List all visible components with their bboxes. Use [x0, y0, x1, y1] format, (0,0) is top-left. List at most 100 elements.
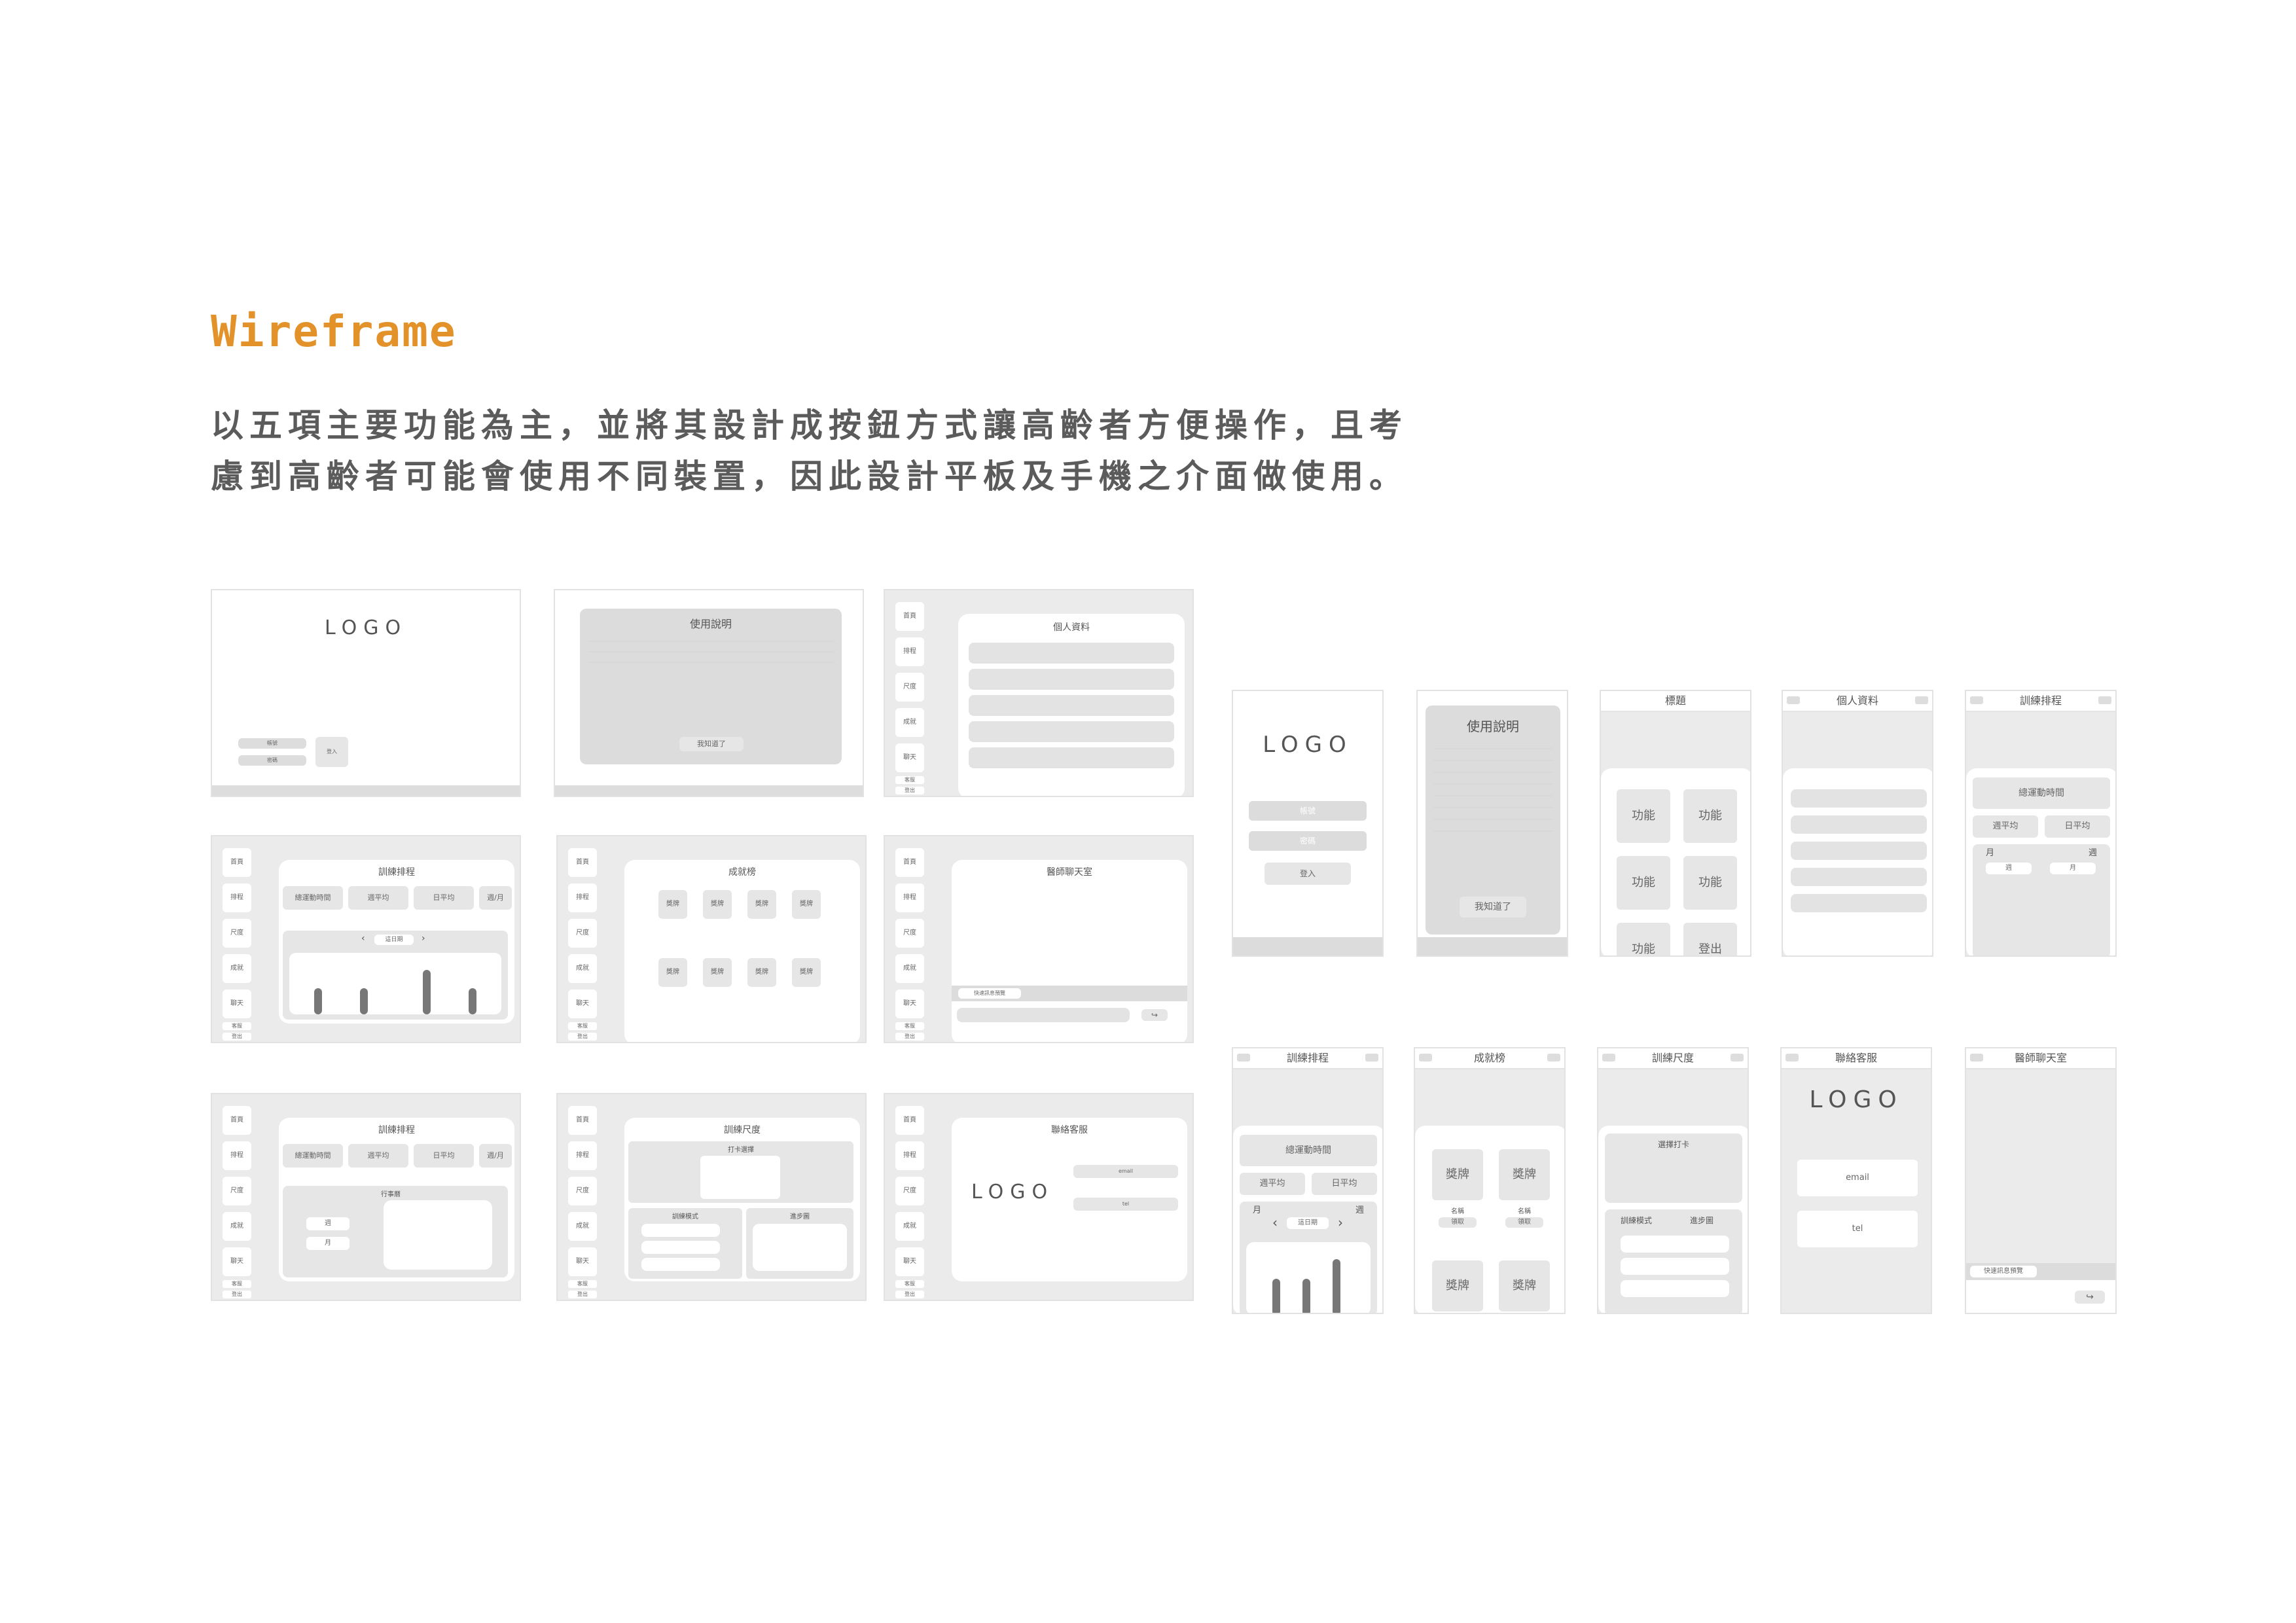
nav-support[interactable]: 客服: [895, 1280, 924, 1288]
nav-logout[interactable]: 登出: [895, 1033, 924, 1041]
got-it-button[interactable]: 我知道了: [1460, 897, 1526, 918]
tab-weekly-average[interactable]: 週平均: [348, 886, 408, 910]
tab-weekly-average[interactable]: 週平均: [1973, 815, 2038, 838]
tab-week-month[interactable]: 週/月: [479, 886, 512, 910]
tel-field[interactable]: tel: [1073, 1198, 1178, 1211]
badge-tile[interactable]: 獎牌: [658, 890, 687, 919]
function-button[interactable]: 功能: [1683, 856, 1737, 910]
nav-chat[interactable]: 聊天: [895, 743, 924, 772]
menu-button[interactable]: [1547, 1054, 1560, 1061]
tel-field[interactable]: tel: [1797, 1211, 1918, 1247]
nav-achievement[interactable]: 成就: [568, 1212, 597, 1241]
account-field[interactable]: 帳號: [1249, 801, 1367, 821]
badge-tile[interactable]: 獎牌: [747, 890, 776, 919]
nav-support[interactable]: 客服: [223, 1280, 251, 1288]
week-toggle[interactable]: 週: [306, 1217, 350, 1230]
send-icon[interactable]: ↪: [1141, 1009, 1168, 1021]
tab-total-time[interactable]: 總運動時間: [283, 1144, 343, 1168]
function-button[interactable]: 功能: [1617, 789, 1670, 843]
nav-home[interactable]: 首頁: [223, 848, 251, 877]
tab-daily-average[interactable]: 日平均: [414, 886, 474, 910]
tab-total-time[interactable]: 總運動時間: [1973, 777, 2110, 809]
nav-achievement[interactable]: 成就: [568, 954, 597, 983]
week-selector[interactable]: 這日期: [374, 935, 414, 945]
nav-home[interactable]: 首頁: [223, 1106, 251, 1135]
nav-chat[interactable]: 聊天: [223, 990, 251, 1018]
menu-button[interactable]: [1915, 696, 1928, 704]
nav-logout[interactable]: 登出: [223, 1033, 251, 1041]
nav-home[interactable]: 首頁: [568, 848, 597, 877]
chevron-right-icon[interactable]: ›: [422, 933, 425, 944]
badge-tile[interactable]: 獎牌: [1499, 1260, 1550, 1311]
tab-weekly-average[interactable]: 週平均: [348, 1144, 408, 1168]
nav-support[interactable]: 客服: [568, 1280, 597, 1288]
logout-button[interactable]: 登出: [1683, 923, 1737, 955]
login-button[interactable]: 登入: [315, 737, 348, 767]
nav-scale[interactable]: 尺度: [895, 1177, 924, 1205]
nav-home[interactable]: 首頁: [568, 1106, 597, 1135]
tab-week-month[interactable]: 週/月: [479, 1144, 512, 1168]
account-field[interactable]: 帳號: [238, 738, 306, 749]
chevron-right-icon[interactable]: ›: [1338, 1215, 1343, 1230]
nav-achievement[interactable]: 成就: [223, 954, 251, 983]
password-field[interactable]: 密碼: [238, 755, 306, 766]
tab-daily-average[interactable]: 日平均: [414, 1144, 474, 1168]
nav-scale[interactable]: 尺度: [223, 919, 251, 948]
back-button[interactable]: [1237, 1054, 1250, 1061]
chevron-left-icon[interactable]: ‹: [1272, 1215, 1278, 1230]
nav-logout[interactable]: 登出: [568, 1033, 597, 1041]
tab-daily-average[interactable]: 日平均: [1312, 1173, 1377, 1195]
nav-chat[interactable]: 聊天: [568, 990, 597, 1018]
badge-tile[interactable]: 獎牌: [658, 958, 687, 987]
menu-button[interactable]: [2098, 696, 2111, 704]
nav-schedule[interactable]: 排程: [895, 883, 924, 912]
nav-achievement[interactable]: 成就: [223, 1212, 251, 1241]
badge-tile[interactable]: 獎牌: [1432, 1149, 1483, 1200]
nav-home[interactable]: 首頁: [895, 602, 924, 631]
nav-scale[interactable]: 尺度: [223, 1177, 251, 1205]
nav-support[interactable]: 客服: [895, 1022, 924, 1030]
send-icon[interactable]: ↪: [2075, 1291, 2105, 1304]
nav-chat[interactable]: 聊天: [568, 1247, 597, 1276]
nav-chat[interactable]: 聊天: [895, 990, 924, 1018]
nav-chat[interactable]: 聊天: [223, 1247, 251, 1276]
badge-tile[interactable]: 獎牌: [1499, 1149, 1550, 1200]
got-it-button[interactable]: 我知道了: [679, 737, 744, 751]
email-field[interactable]: email: [1073, 1165, 1178, 1178]
back-button[interactable]: [1602, 1054, 1615, 1061]
message-input[interactable]: [957, 1008, 1130, 1022]
nav-logout[interactable]: 登出: [895, 1291, 924, 1298]
month-toggle[interactable]: 月: [306, 1237, 350, 1250]
nav-home[interactable]: 首頁: [895, 848, 924, 877]
quick-reply-chip[interactable]: 快速訊息預覽: [1970, 1266, 2037, 1277]
nav-logout[interactable]: 登出: [895, 787, 924, 794]
nav-schedule[interactable]: 排程: [895, 1141, 924, 1170]
nav-support[interactable]: 客服: [895, 776, 924, 784]
tab-daily-average[interactable]: 日平均: [2045, 815, 2110, 838]
nav-scale[interactable]: 尺度: [568, 1177, 597, 1205]
nav-achievement[interactable]: 成就: [895, 708, 924, 737]
back-button[interactable]: [1419, 1054, 1432, 1061]
nav-schedule[interactable]: 排程: [895, 637, 924, 666]
badge-tile[interactable]: 獎牌: [792, 890, 821, 919]
month-toggle[interactable]: 月: [2050, 863, 2096, 874]
nav-chat[interactable]: 聊天: [895, 1247, 924, 1276]
quick-reply-chip[interactable]: 快速訊息預覽: [958, 988, 1021, 999]
nav-logout[interactable]: 登出: [223, 1291, 251, 1298]
week-selector[interactable]: 這日期: [1287, 1217, 1329, 1229]
nav-schedule[interactable]: 排程: [568, 1141, 597, 1170]
badge-tile[interactable]: 獎牌: [792, 958, 821, 987]
back-button[interactable]: [1787, 696, 1800, 704]
chevron-left-icon[interactable]: ‹: [361, 933, 365, 944]
punch-card-area[interactable]: 選擇打卡: [1605, 1133, 1742, 1203]
badge-tile[interactable]: 獎牌: [703, 890, 732, 919]
back-button[interactable]: [1785, 1054, 1799, 1061]
nav-support[interactable]: 客服: [568, 1022, 597, 1030]
nav-schedule[interactable]: 排程: [223, 1141, 251, 1170]
menu-button[interactable]: [1365, 1054, 1378, 1061]
nav-home[interactable]: 首頁: [895, 1106, 924, 1135]
tab-weekly-average[interactable]: 週平均: [1240, 1173, 1305, 1195]
function-button[interactable]: 功能: [1617, 856, 1670, 910]
login-button[interactable]: 登入: [1265, 863, 1351, 885]
back-button[interactable]: [1970, 1054, 1983, 1061]
